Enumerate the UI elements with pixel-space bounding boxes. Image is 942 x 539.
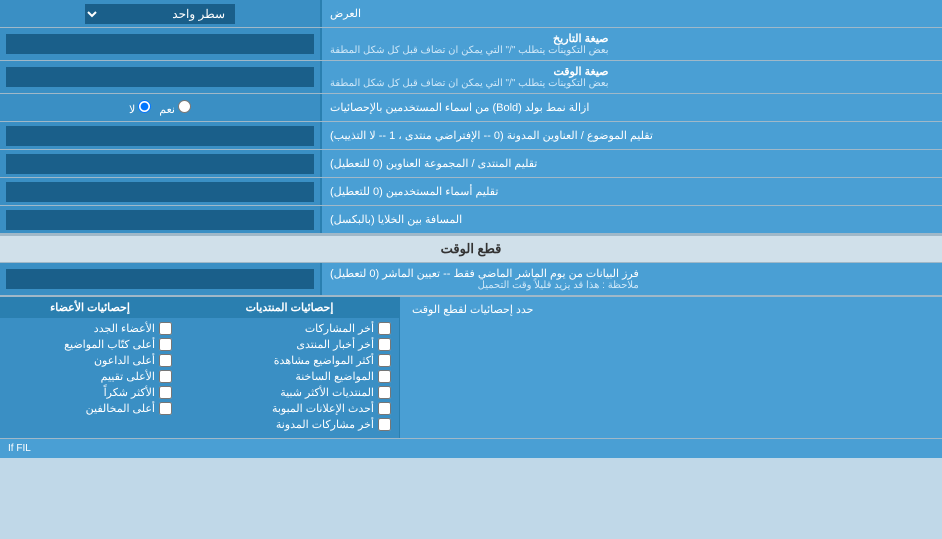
time-format-input-cell: H:i: [0, 61, 320, 93]
users-trim-row: تقليم أسماء المستخدمين (0 للتعطيل) 0: [0, 178, 942, 206]
date-format-input[interactable]: d-m: [6, 34, 314, 54]
time-cutoff-input-cell: 0: [0, 263, 320, 295]
checkbox-col2-3[interactable]: [159, 370, 172, 383]
date-format-input-cell: d-m: [0, 28, 320, 60]
time-format-label: صيغة الوقت بعض التكوينات يتطلب "/" التي …: [320, 61, 942, 93]
checkbox-col1-6[interactable]: [378, 418, 391, 431]
checkbox-col1-0[interactable]: [378, 322, 391, 335]
checkbox-col2-4[interactable]: [159, 386, 172, 399]
display-mode-label: العرض: [320, 0, 942, 27]
col1-header: إحصائيات المنتديات: [180, 297, 399, 318]
radio-yes-label: نعم: [159, 100, 191, 116]
date-format-row: صيغة التاريخ بعض التكوينات يتطلب "/" الت…: [0, 28, 942, 61]
checkbox-col2-5[interactable]: [159, 402, 172, 415]
checkbox-col2-1[interactable]: [159, 338, 172, 351]
topic-limit-row: تقليم الموضوع / العناوين المدونة (0 -- ا…: [0, 122, 942, 150]
cell-spacing-input[interactable]: 2: [6, 210, 314, 230]
time-cutoff-label: فرز البيانات من يوم الماشر الماضي فقط --…: [320, 263, 942, 295]
cell-spacing-row: المسافة بين الخلايا (بالبكسل) 2: [0, 206, 942, 234]
time-section-header: قطع الوقت: [0, 234, 942, 263]
time-format-row: صيغة الوقت بعض التكوينات يتطلب "/" التي …: [0, 61, 942, 94]
display-mode-row: العرض سطر واحد سطرين: [0, 0, 942, 28]
time-cutoff-row: فرز البيانات من يوم الماشر الماضي فقط --…: [0, 263, 942, 296]
list-item: أكثر المواضيع مشاهدة: [188, 354, 391, 367]
forum-trim-input[interactable]: 33: [6, 154, 314, 174]
topic-limit-input[interactable]: 33: [6, 126, 314, 146]
users-trim-input-cell: 0: [0, 178, 320, 205]
bottom-strip: If FIL: [0, 438, 942, 458]
list-item: أحدث الإعلانات المبوبة: [188, 402, 391, 415]
forum-trim-row: تقليم المنتدى / المجموعة العناوين (0 للت…: [0, 150, 942, 178]
time-cutoff-input[interactable]: 0: [6, 269, 314, 289]
main-container: العرض سطر واحد سطرين صيغة التاريخ بعض ال…: [0, 0, 942, 458]
date-format-label: صيغة التاريخ بعض التكوينات يتطلب "/" الت…: [320, 28, 942, 60]
checkbox-col2-2[interactable]: [159, 354, 172, 367]
forum-trim-label: تقليم المنتدى / المجموعة العناوين (0 للت…: [320, 150, 942, 177]
display-mode-select[interactable]: سطر واحد سطرين: [85, 4, 235, 24]
checkboxes-col1: إحصائيات المنتديات أخر المشاركات أخر أخب…: [180, 297, 400, 438]
col1-items: أخر المشاركات أخر أخبار المنتدى أكثر الم…: [180, 318, 399, 438]
bold-remove-label: ازالة نمط بولد (Bold) من اسماء المستخدمي…: [320, 94, 942, 121]
list-item: أخر مشاركات المدونة: [188, 418, 391, 431]
radio-no[interactable]: [138, 100, 151, 113]
bold-remove-row: ازالة نمط بولد (Bold) من اسماء المستخدمي…: [0, 94, 942, 122]
topic-limit-label: تقليم الموضوع / العناوين المدونة (0 -- ا…: [320, 122, 942, 149]
limit-label-cell: حدد إحصائيات لقطع الوقت: [400, 297, 942, 438]
checkbox-col2-0[interactable]: [159, 322, 172, 335]
cell-spacing-label: المسافة بين الخلايا (بالبكسل): [320, 206, 942, 233]
cell-spacing-input-cell: 2: [0, 206, 320, 233]
checkboxes-section: حدد إحصائيات لقطع الوقت إحصائيات المنتدي…: [0, 296, 942, 438]
checkboxes-col2: إحصائيات الأعضاء الأعضاء الجدد أعلى كتّا…: [0, 297, 180, 438]
list-item: أعلى كتّاب المواضيع: [8, 338, 172, 351]
list-item: أعلى الداعون: [8, 354, 172, 367]
checkbox-col1-4[interactable]: [378, 386, 391, 399]
radio-no-label: لا: [129, 100, 151, 116]
col2-header: إحصائيات الأعضاء: [0, 297, 180, 318]
col2-items: الأعضاء الجدد أعلى كتّاب المواضيع أعلى ا…: [0, 318, 180, 422]
list-item: المواضيع الساخنة: [188, 370, 391, 383]
list-item: الأكثر شكراً: [8, 386, 172, 399]
list-item: أخر المشاركات: [188, 322, 391, 335]
radio-yes[interactable]: [178, 100, 191, 113]
checkbox-col1-1[interactable]: [378, 338, 391, 351]
list-item: الأعضاء الجدد: [8, 322, 172, 335]
forum-trim-input-cell: 33: [0, 150, 320, 177]
list-item: أخر أخبار المنتدى: [188, 338, 391, 351]
display-mode-input-cell: سطر واحد سطرين: [0, 0, 320, 27]
topic-limit-input-cell: 33: [0, 122, 320, 149]
checkbox-col1-3[interactable]: [378, 370, 391, 383]
users-trim-input[interactable]: 0: [6, 182, 314, 202]
list-item: أعلى المخالفين: [8, 402, 172, 415]
list-item: الأعلى تقييم: [8, 370, 172, 383]
checkbox-col1-5[interactable]: [378, 402, 391, 415]
users-trim-label: تقليم أسماء المستخدمين (0 للتعطيل): [320, 178, 942, 205]
time-format-input[interactable]: H:i: [6, 67, 314, 87]
checkbox-col1-2[interactable]: [378, 354, 391, 367]
list-item: المنتديات الأكثر شبية: [188, 386, 391, 399]
bold-remove-input-cell: نعم لا: [0, 94, 320, 121]
